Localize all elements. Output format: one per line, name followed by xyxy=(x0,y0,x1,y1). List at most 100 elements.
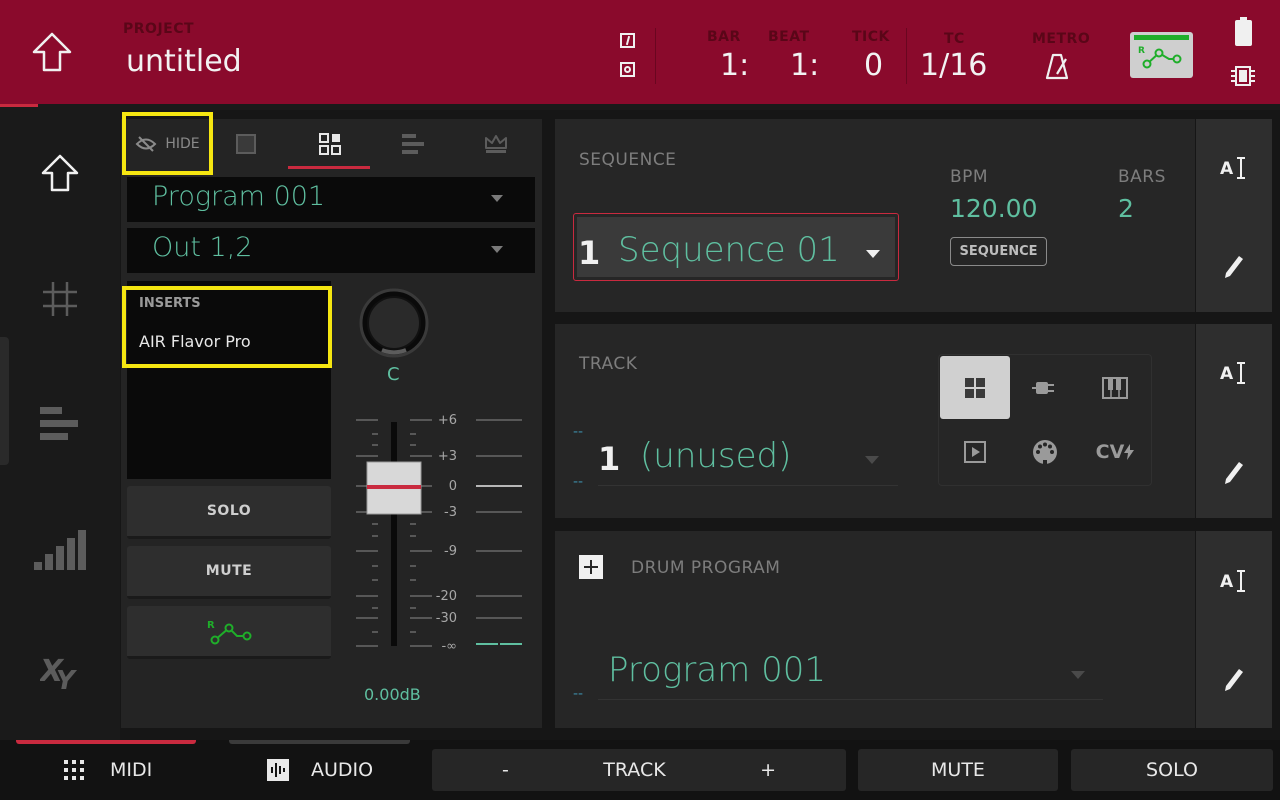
timing-correct-value[interactable]: 1/16 xyxy=(920,48,987,83)
chevron-down-icon xyxy=(866,250,880,258)
tick-label: TICK xyxy=(852,29,890,45)
crown-icon xyxy=(484,135,507,153)
program-select-main[interactable]: Program 001 xyxy=(598,642,1103,700)
channel-mute-button[interactable]: MUTE xyxy=(127,546,331,599)
tab-single-pad[interactable] xyxy=(204,119,287,169)
svg-text:A: A xyxy=(1220,572,1234,592)
left-nav-scroll-indicator[interactable] xyxy=(0,337,9,465)
bar-counter[interactable]: 1: xyxy=(720,48,749,83)
sequence-number: 1 xyxy=(578,234,601,272)
svg-text:Y: Y xyxy=(56,666,78,691)
fader-scale-label: -20 xyxy=(435,589,457,604)
rename-program-button[interactable]: A xyxy=(1196,551,1272,611)
header-accent-mark xyxy=(0,104,38,107)
edit-program-button[interactable] xyxy=(1196,648,1272,708)
tab-hide-label: HIDE xyxy=(165,136,200,152)
bpm-label: BPM xyxy=(950,167,989,187)
track-solo-button[interactable]: SOLO xyxy=(1071,749,1273,791)
pan-knob-graphic xyxy=(359,288,429,358)
fader-scale-label: -9 xyxy=(444,544,457,559)
nav-grid-button[interactable] xyxy=(20,264,100,334)
channel-solo-button[interactable]: SOLO xyxy=(127,486,331,539)
project-name[interactable]: untitled xyxy=(126,44,242,79)
add-program-button[interactable] xyxy=(579,555,603,579)
edit-sequence-button[interactable] xyxy=(1196,235,1272,295)
pan-value: C xyxy=(387,364,400,385)
bars-value[interactable]: 2 xyxy=(1118,194,1134,223)
header-divider xyxy=(0,104,1280,110)
rename-track-button[interactable]: A xyxy=(1196,343,1272,403)
program-select[interactable]: Program 001 xyxy=(127,177,535,222)
rename-sequence-button[interactable]: A xyxy=(1196,138,1272,198)
metronome-icon xyxy=(1045,53,1069,80)
track-mute-button[interactable]: MUTE xyxy=(858,749,1058,791)
bpm-value[interactable]: 120.00 xyxy=(950,194,1037,223)
pan-knob[interactable] xyxy=(358,287,430,359)
chevron-down-icon xyxy=(491,246,503,253)
home-button[interactable] xyxy=(22,22,82,82)
nav-xy-button[interactable]: X Y xyxy=(20,638,100,708)
bars-label: BARS xyxy=(1118,167,1166,187)
midi-label: MIDI xyxy=(110,759,153,781)
chevron-down-icon xyxy=(491,195,503,202)
text-cursor-icon: A xyxy=(1220,570,1245,592)
nav-mixer-button[interactable] xyxy=(20,515,100,585)
inserts-box: INSERTS AIR Flavor Pro xyxy=(127,281,331,479)
edit-track-button[interactable] xyxy=(1196,441,1272,501)
pads-grid-icon xyxy=(318,133,341,155)
tab-master[interactable] xyxy=(454,119,537,169)
track-previous-button[interactable]: - xyxy=(502,759,509,781)
midi-active-indicator xyxy=(16,740,196,744)
punch-in-icon[interactable] xyxy=(620,33,635,48)
inserts-label: INSERTS xyxy=(139,296,201,311)
track-type-keygroup-button[interactable] xyxy=(1080,356,1150,419)
cv-label: CV xyxy=(1095,440,1125,463)
tab-tracks[interactable] xyxy=(371,119,454,169)
fader-scale-label: +6 xyxy=(437,413,457,428)
grid-icon xyxy=(43,282,77,316)
insert-slot-1[interactable]: AIR Flavor Pro xyxy=(139,332,251,351)
beat-counter[interactable]: 1: xyxy=(790,48,819,83)
track-navigator: - TRACK + xyxy=(432,749,846,791)
pencil-icon xyxy=(1225,256,1243,278)
track-name: (unused) xyxy=(640,436,792,476)
tab-hide[interactable]: HIDE xyxy=(126,119,209,169)
text-cursor-icon: A xyxy=(1220,157,1245,179)
track-type-clip-button[interactable] xyxy=(940,420,1010,483)
bolt-icon xyxy=(1124,443,1135,460)
play-box-icon xyxy=(964,440,986,463)
audio-mode-button[interactable]: AUDIO xyxy=(267,755,373,785)
automation-mode-button[interactable]: R xyxy=(1130,32,1193,78)
midi-mode-button[interactable]: MIDI xyxy=(64,755,152,785)
tick-counter[interactable]: 0 xyxy=(864,48,883,83)
channel-automation-button[interactable]: R xyxy=(127,606,331,659)
midi-din-icon xyxy=(1033,439,1057,464)
track-next-button[interactable]: + xyxy=(760,759,776,781)
svg-text:R: R xyxy=(1138,46,1145,56)
track-type-cv-button[interactable]: CV xyxy=(1080,420,1150,483)
program-select-value: Program 001 xyxy=(152,181,326,212)
track-select[interactable]: 1 (unused) xyxy=(598,428,898,486)
piano-keys-icon xyxy=(1102,376,1128,399)
track-type-midi-button[interactable] xyxy=(1010,420,1080,483)
header-separator xyxy=(655,28,656,84)
sequence-select[interactable]: 1 Sequence 01 xyxy=(573,213,899,281)
bars-icon xyxy=(401,134,424,154)
nav-home-button[interactable] xyxy=(20,138,100,208)
svg-text:R: R xyxy=(207,620,215,631)
output-select[interactable]: Out 1,2 xyxy=(127,228,535,273)
fader-scale-label: -30 xyxy=(435,611,457,626)
track-type-plugin-button[interactable] xyxy=(1010,356,1080,419)
loop-icon[interactable] xyxy=(620,62,635,77)
tab-pads[interactable] xyxy=(288,119,371,169)
project-label: PROJECT xyxy=(123,21,195,37)
bars-icon xyxy=(40,407,78,440)
bpm-source-button[interactable]: SEQUENCE xyxy=(950,237,1047,266)
pads-grid-icon xyxy=(965,377,985,398)
track-type-drum-button[interactable] xyxy=(940,356,1010,419)
track-navigator-label: TRACK xyxy=(603,759,666,781)
square-icon xyxy=(235,134,256,154)
cpu-icon[interactable] xyxy=(1231,64,1255,88)
metronome-button[interactable] xyxy=(1044,52,1070,84)
nav-tracks-button[interactable] xyxy=(20,389,100,459)
